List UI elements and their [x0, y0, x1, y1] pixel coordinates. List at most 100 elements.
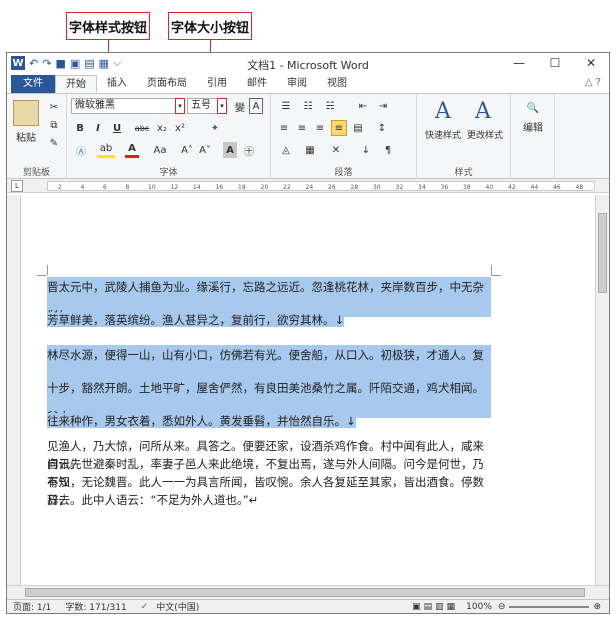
- ruler-mark: 14: [193, 184, 201, 191]
- clear-format-icon[interactable]: ✦: [207, 120, 223, 136]
- line-spacing-icon[interactable]: ↕: [373, 120, 391, 136]
- change-styles-icon[interactable]: A: [471, 98, 495, 124]
- horizontal-ruler[interactable]: L 2 4 6 8 10 12 14 16 18 20 22 24 26 28 30 32 34 36 38 40 42…: [7, 179, 609, 193]
- crop-mark: [47, 265, 48, 275]
- language[interactable]: 中文(中国): [156, 600, 199, 613]
- font-name-combo[interactable]: 微软雅黑: [71, 98, 179, 114]
- zoom-slider[interactable]: [509, 605, 590, 608]
- tab-mailings[interactable]: 邮件: [237, 75, 277, 93]
- change-styles-button[interactable]: 更改样式: [463, 128, 507, 141]
- text-effect-icon[interactable]: Ⓐ: [73, 142, 89, 158]
- show-marks-icon[interactable]: ¶: [381, 142, 395, 158]
- multilevel-icon[interactable]: ☵: [321, 98, 339, 114]
- close-button[interactable]: ✕: [573, 53, 609, 73]
- format-painter-icon[interactable]: ✎: [47, 136, 61, 150]
- preview-icon[interactable]: ▦: [99, 57, 109, 70]
- paste-icon[interactable]: [13, 100, 39, 126]
- font-size-combo[interactable]: 五号: [187, 98, 221, 114]
- highlight-button[interactable]: ab: [97, 142, 115, 158]
- restore-button[interactable]: ☐: [537, 53, 573, 73]
- hscroll-thumb[interactable]: [25, 588, 585, 597]
- font-size-dropdown[interactable]: ▾: [217, 98, 227, 114]
- bullets-icon[interactable]: ☰: [277, 98, 295, 114]
- ruler-mark: 24: [305, 184, 314, 191]
- align-right-icon[interactable]: ≡: [313, 120, 327, 136]
- zoom-level[interactable]: 100%: [466, 602, 492, 612]
- redo-icon[interactable]: ↷: [42, 57, 51, 70]
- superscript-button[interactable]: x²: [173, 120, 187, 136]
- crop-mark: [491, 275, 501, 276]
- shrink-font-button[interactable]: A˅: [197, 142, 213, 158]
- ribbon-tabs: 文件 开始 插入 页面布局 引用 邮件 审阅 视图 △ ?: [7, 73, 609, 93]
- ruler-mark: 32: [395, 184, 404, 191]
- document-area[interactable]: 晋太元中，武陵人捕鱼为业。缘溪行，忘路之远近。忽逢桃花林，夹岸数百步，中无杂树，…: [7, 195, 595, 585]
- quick-styles-icon[interactable]: A: [431, 98, 455, 124]
- bold-button[interactable]: B: [73, 120, 87, 136]
- undo-icon[interactable]: ↶: [29, 57, 38, 70]
- tab-insert[interactable]: 插入: [97, 75, 137, 93]
- grow-font-button[interactable]: A˄: [179, 142, 195, 158]
- justify-icon[interactable]: ≡: [331, 120, 347, 136]
- align-center-icon[interactable]: ≡: [295, 120, 309, 136]
- clipboard-label: 剪贴板: [22, 168, 50, 178]
- sort-icon[interactable]: ↓: [357, 142, 375, 158]
- save-icon[interactable]: ■: [55, 57, 65, 70]
- view-buttons[interactable]: ▣▤▥▦: [412, 602, 458, 612]
- char-shading-icon[interactable]: A: [223, 142, 237, 158]
- print-icon[interactable]: ▤: [84, 57, 94, 70]
- copy-icon[interactable]: ⧉: [47, 118, 61, 132]
- phonetic-icon[interactable]: 變: [233, 98, 247, 114]
- proofing-icon[interactable]: ✓: [141, 602, 149, 612]
- enclose-char-icon[interactable]: ㊉: [241, 142, 257, 158]
- tab-home[interactable]: 开始: [55, 75, 97, 93]
- italic-button[interactable]: I: [91, 120, 105, 136]
- minimize-button[interactable]: —: [501, 53, 537, 73]
- highlight-gap: [47, 398, 491, 411]
- quick-styles-button[interactable]: 快速样式: [421, 128, 465, 141]
- change-case-button[interactable]: Aa: [151, 142, 169, 158]
- font-name-dropdown[interactable]: ▾: [175, 98, 185, 114]
- word-window: W ↶ ↷ ■ ▣ ▤ ▦ ⌵ 文档1 - Microsoft Word — ☐…: [6, 52, 610, 614]
- word-icon[interactable]: W: [11, 56, 25, 70]
- zoom-in-icon[interactable]: ⊕: [593, 602, 601, 612]
- font-label: 字体: [159, 168, 178, 178]
- underline-button[interactable]: U: [109, 120, 125, 136]
- tab-review[interactable]: 审阅: [277, 75, 317, 93]
- tab-layout[interactable]: 页面布局: [137, 75, 197, 93]
- title-bar: W ↶ ↷ ■ ▣ ▤ ▦ ⌵ 文档1 - Microsoft Word — ☐…: [7, 53, 609, 73]
- open-icon[interactable]: ▣: [70, 57, 80, 70]
- zoom-out-icon[interactable]: ⊖: [498, 602, 506, 612]
- tab-view[interactable]: 视图: [317, 75, 357, 93]
- distribute-icon[interactable]: ▤: [351, 120, 365, 136]
- vertical-scrollbar[interactable]: [595, 195, 609, 585]
- scroll-thumb[interactable]: [598, 213, 607, 293]
- help-icon[interactable]: △ ?: [585, 77, 601, 88]
- word-count[interactable]: 字数: 171/311: [65, 600, 126, 613]
- decrease-indent-icon[interactable]: ⇤: [355, 98, 371, 114]
- tab-references[interactable]: 引用: [197, 75, 237, 93]
- increase-indent-icon[interactable]: ⇥: [375, 98, 391, 114]
- char-border-icon[interactable]: A: [249, 98, 263, 114]
- align-left-icon[interactable]: ≡: [277, 120, 291, 136]
- numbering-icon[interactable]: ☷: [299, 98, 317, 114]
- ruler-mark: 16: [215, 184, 224, 191]
- vertical-ruler[interactable]: [7, 195, 21, 585]
- ruler-mark: 20: [260, 184, 269, 191]
- tab-selector[interactable]: L: [11, 180, 23, 192]
- subscript-button[interactable]: x₂: [155, 120, 169, 136]
- page-count[interactable]: 页面: 1/1: [13, 600, 51, 613]
- strikethrough-button[interactable]: abc: [131, 120, 153, 136]
- ruler-mark: 18: [238, 184, 246, 191]
- font-color-button[interactable]: A: [125, 142, 139, 158]
- find-icon[interactable]: 🔍: [523, 98, 543, 118]
- editing-button[interactable]: 编辑: [515, 120, 551, 134]
- chinese-layout-icon[interactable]: ✕: [327, 142, 345, 158]
- paste-button[interactable]: 粘贴: [11, 130, 41, 144]
- tab-file[interactable]: 文件: [11, 75, 55, 93]
- horizontal-scrollbar[interactable]: [7, 585, 609, 599]
- customize-icon[interactable]: ⌵: [113, 56, 121, 70]
- shading-icon[interactable]: ◬: [277, 142, 295, 158]
- cut-icon[interactable]: ✂: [47, 100, 61, 114]
- borders-icon[interactable]: ▦: [301, 142, 319, 158]
- font-group: 微软雅黑 ▾ 五号 ▾ 變 A B I U abc x₂ x² ✦ Ⓐ ab A…: [67, 94, 271, 180]
